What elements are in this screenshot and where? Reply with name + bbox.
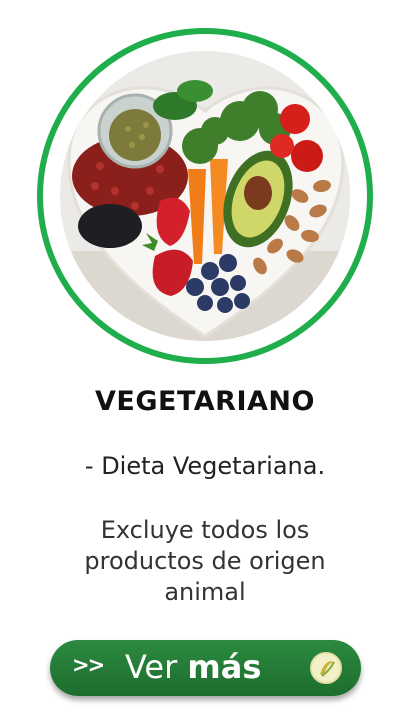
double-chevron-right-icon: >>	[72, 653, 105, 677]
diet-title: VEGETARIANO	[95, 386, 315, 417]
diet-card: VEGETARIANO - Dieta Vegetariana. Excluye…	[0, 0, 410, 713]
ver-mas-label-regular: Ver	[125, 648, 188, 686]
brand-logo-svg	[320, 661, 335, 677]
ver-mas-button[interactable]: >> Ver más	[50, 640, 361, 696]
ver-mas-label: Ver más	[125, 648, 261, 686]
diet-description: Excluye todos los productos de origen an…	[84, 516, 326, 606]
ver-mas-label-bold: más	[187, 648, 262, 686]
food-illustration	[60, 51, 350, 341]
diet-subtitle: - Dieta Vegetariana.	[84, 452, 326, 480]
vegetarian-food-image	[60, 51, 350, 341]
brand-logo-icon	[310, 652, 342, 684]
